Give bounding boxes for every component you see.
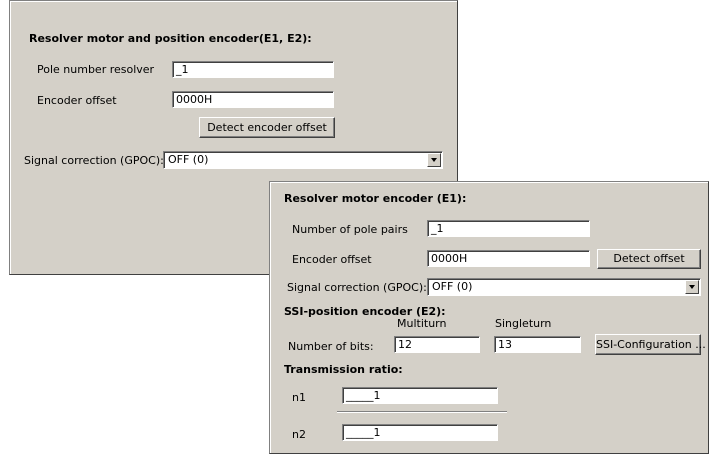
signal-correction-value: OFF (0) bbox=[168, 153, 209, 166]
encoder-offset-field[interactable]: 0000H bbox=[172, 91, 334, 108]
pole-pairs-label: Number of pole pairs bbox=[292, 223, 408, 236]
dropdown-arrow-icon[interactable] bbox=[685, 280, 699, 294]
n1-field[interactable]: _____1 bbox=[342, 387, 498, 404]
transmission-ratio-heading: Transmission ratio: bbox=[284, 363, 403, 376]
number-of-bits-label: Number of bits: bbox=[288, 340, 374, 353]
singleturn-label: Singleturn bbox=[495, 317, 552, 330]
signal-correction-select[interactable]: OFF (0) bbox=[427, 278, 701, 296]
ratio-divider bbox=[337, 411, 507, 413]
panel-heading: Resolver motor encoder (E1): bbox=[284, 192, 467, 205]
signal-correction-label: Signal correction (GPOC): bbox=[287, 281, 427, 294]
encoder-offset-field[interactable]: 0000H bbox=[427, 250, 590, 267]
panel-heading: Resolver motor and position encoder(E1, … bbox=[29, 32, 312, 45]
signal-correction-label: Signal correction (GPOC): bbox=[24, 154, 164, 167]
multiturn-label: Multiturn bbox=[397, 317, 447, 330]
singleturn-bits-field[interactable]: 13 bbox=[494, 336, 581, 353]
encoder-offset-label: Encoder offset bbox=[292, 253, 372, 266]
n2-field[interactable]: _____1 bbox=[342, 424, 498, 441]
dropdown-arrow-icon[interactable] bbox=[427, 153, 441, 167]
pole-pairs-field[interactable]: _1 bbox=[427, 220, 590, 237]
ssi-configuration-button[interactable]: SSI-Configuration ... bbox=[595, 334, 706, 355]
encoder-offset-label: Encoder offset bbox=[37, 94, 117, 107]
signal-correction-select[interactable]: OFF (0) bbox=[163, 151, 443, 169]
multiturn-bits-field[interactable]: 12 bbox=[394, 336, 480, 353]
pole-number-field[interactable]: _1 bbox=[172, 61, 334, 78]
n1-label: n1 bbox=[292, 391, 306, 404]
resolver-motor-encoder-panel: Resolver motor encoder (E1): Number of p… bbox=[269, 181, 709, 454]
n2-label: n2 bbox=[292, 428, 306, 441]
pole-number-label: Pole number resolver bbox=[37, 63, 155, 76]
detect-encoder-offset-button[interactable]: Detect encoder offset bbox=[199, 117, 335, 138]
signal-correction-value: OFF (0) bbox=[432, 280, 473, 293]
detect-offset-button[interactable]: Detect offset bbox=[597, 249, 701, 269]
